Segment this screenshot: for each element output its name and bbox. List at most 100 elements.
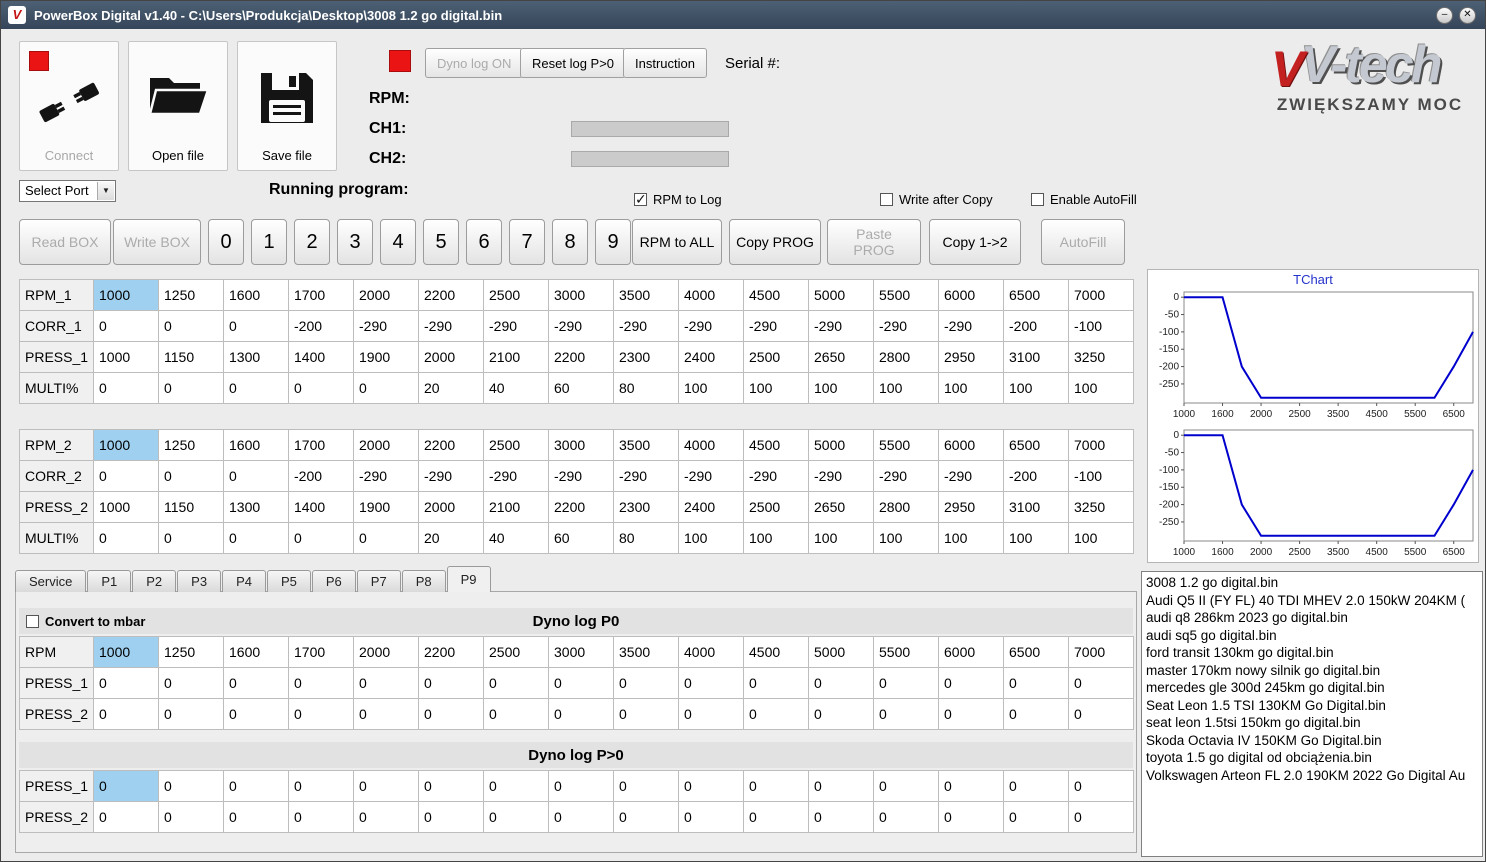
cell-press_1-5[interactable]: 0 [418,667,484,699]
cell-corr_1-14[interactable]: -200 [1003,310,1069,342]
cell-press_1-14[interactable]: 3100 [1003,341,1069,373]
cell-press_1-9[interactable]: 2400 [678,341,744,373]
cell-rpm_2-0[interactable]: 1000 [93,429,159,461]
digit-button-2[interactable]: 2 [294,219,330,265]
cell-rpm_2-9[interactable]: 4000 [678,429,744,461]
file-list-item[interactable]: mercedes gle 300d 245km go digital.bin [1146,679,1482,697]
cell-press_1-13[interactable]: 2950 [938,341,1004,373]
cell-multi%-3[interactable]: 0 [288,372,354,404]
chevron-down-icon[interactable]: ▼ [97,182,114,200]
cell-press_1-7[interactable]: 0 [548,770,614,802]
cell-press_1-10[interactable]: 0 [743,667,809,699]
cell-press_2-4[interactable]: 0 [353,698,419,730]
cell-corr_2-13[interactable]: -290 [938,460,1004,492]
cell-multi%-2[interactable]: 0 [223,372,289,404]
cell-press_2-6[interactable]: 2100 [483,491,549,523]
cell-press_1-3[interactable]: 0 [288,667,354,699]
cell-rpm_2-12[interactable]: 5500 [873,429,939,461]
cell-multi%-9[interactable]: 100 [678,372,744,404]
cell-press_1-11[interactable]: 0 [808,667,874,699]
cell-press_1-7[interactable]: 0 [548,667,614,699]
cell-rpm-1[interactable]: 1250 [158,636,224,668]
cell-press_1-9[interactable]: 0 [678,770,744,802]
rpm-to-all-button[interactable]: RPM to ALL [632,219,722,265]
tab-service[interactable]: Service [15,570,87,592]
cell-corr_1-3[interactable]: -200 [288,310,354,342]
cell-press_2-0[interactable]: 0 [93,698,159,730]
tab-p5[interactable]: P5 [266,570,311,592]
cell-corr_1-15[interactable]: -100 [1068,310,1134,342]
cell-corr_1-4[interactable]: -290 [353,310,419,342]
cell-press_2-13[interactable]: 0 [938,801,1004,833]
cell-corr_2-9[interactable]: -290 [678,460,744,492]
cell-rpm_1-6[interactable]: 2500 [483,279,549,311]
cell-press_1-12[interactable]: 2800 [873,341,939,373]
cell-press_2-11[interactable]: 0 [808,801,874,833]
convert-to-mbar-checkbox-box[interactable] [26,615,39,628]
cell-press_1-2[interactable]: 1300 [223,341,289,373]
cell-press_2-11[interactable]: 2650 [808,491,874,523]
cell-press_2-12[interactable]: 0 [873,801,939,833]
cell-multi%-15[interactable]: 100 [1068,522,1134,554]
cell-press_1-4[interactable]: 0 [353,770,419,802]
file-list-item[interactable]: Volkswagen Arteon FL 2.0 190KM 2022 Go D… [1146,767,1482,785]
cell-corr_1-0[interactable]: 0 [93,310,159,342]
cell-rpm-4[interactable]: 2000 [353,636,419,668]
cell-press_1-2[interactable]: 0 [223,667,289,699]
cell-rpm-9[interactable]: 4000 [678,636,744,668]
save-file-button[interactable]: Save file [237,41,337,171]
cell-corr_1-2[interactable]: 0 [223,310,289,342]
cell-press_2-5[interactable]: 0 [418,801,484,833]
file-list-item[interactable]: ford transit 130km go digital.bin [1146,644,1482,662]
cell-press_2-2[interactable]: 1300 [223,491,289,523]
tab-p7[interactable]: P7 [356,570,401,592]
cell-multi%-4[interactable]: 0 [353,372,419,404]
autofill-button[interactable]: AutoFill [1041,219,1125,265]
cell-rpm-6[interactable]: 2500 [483,636,549,668]
copy-1-to-2-button[interactable]: Copy 1->2 [929,219,1021,265]
cell-press_1-15[interactable]: 3250 [1068,341,1134,373]
tab-p1[interactable]: P1 [87,570,132,592]
cell-rpm_2-8[interactable]: 3500 [613,429,679,461]
cell-corr_2-1[interactable]: 0 [158,460,224,492]
cell-multi%-8[interactable]: 80 [613,522,679,554]
open-file-button[interactable]: Open file [128,41,228,171]
cell-corr_2-15[interactable]: -100 [1068,460,1134,492]
cell-press_2-14[interactable]: 3100 [1003,491,1069,523]
cell-rpm_1-2[interactable]: 1600 [223,279,289,311]
cell-corr_2-2[interactable]: 0 [223,460,289,492]
cell-rpm_1-1[interactable]: 1250 [158,279,224,311]
cell-press_1-8[interactable]: 0 [613,667,679,699]
file-list-item[interactable]: Skoda Octavia IV 150KM Go Digital.bin [1146,732,1482,750]
cell-corr_1-10[interactable]: -290 [743,310,809,342]
cell-press_2-8[interactable]: 0 [613,801,679,833]
cell-press_2-6[interactable]: 0 [483,698,549,730]
cell-press_1-0[interactable]: 1000 [93,341,159,373]
cell-rpm_2-2[interactable]: 1600 [223,429,289,461]
file-list-item[interactable]: seat leon 1.5tsi 150km go digital.bin [1146,714,1482,732]
cell-press_2-3[interactable]: 0 [288,698,354,730]
cell-press_1-1[interactable]: 0 [158,667,224,699]
cell-multi%-2[interactable]: 0 [223,522,289,554]
cell-rpm_2-3[interactable]: 1700 [288,429,354,461]
cell-press_1-11[interactable]: 0 [808,770,874,802]
dyno-log-on-button[interactable]: Dyno log ON [425,48,524,78]
close-button[interactable]: ✕ [1459,6,1476,24]
cell-rpm-7[interactable]: 3000 [548,636,614,668]
reset-log-button[interactable]: Reset log P>0 [520,48,627,78]
read-box-button[interactable]: Read BOX [19,219,111,265]
enable-autofill-checkbox-box[interactable] [1031,193,1044,206]
cell-corr_1-9[interactable]: -290 [678,310,744,342]
enable-autofill-checkbox[interactable]: Enable AutoFill [1031,192,1137,207]
cell-press_2-5[interactable]: 2000 [418,491,484,523]
cell-rpm-10[interactable]: 4500 [743,636,809,668]
cell-press_1-15[interactable]: 0 [1068,770,1134,802]
digit-button-6[interactable]: 6 [466,219,502,265]
cell-corr_1-8[interactable]: -290 [613,310,679,342]
cell-corr_1-7[interactable]: -290 [548,310,614,342]
cell-press_1-12[interactable]: 0 [873,770,939,802]
cell-press_1-2[interactable]: 0 [223,770,289,802]
cell-corr_2-7[interactable]: -290 [548,460,614,492]
cell-multi%-13[interactable]: 100 [938,372,1004,404]
cell-press_1-15[interactable]: 0 [1068,667,1134,699]
